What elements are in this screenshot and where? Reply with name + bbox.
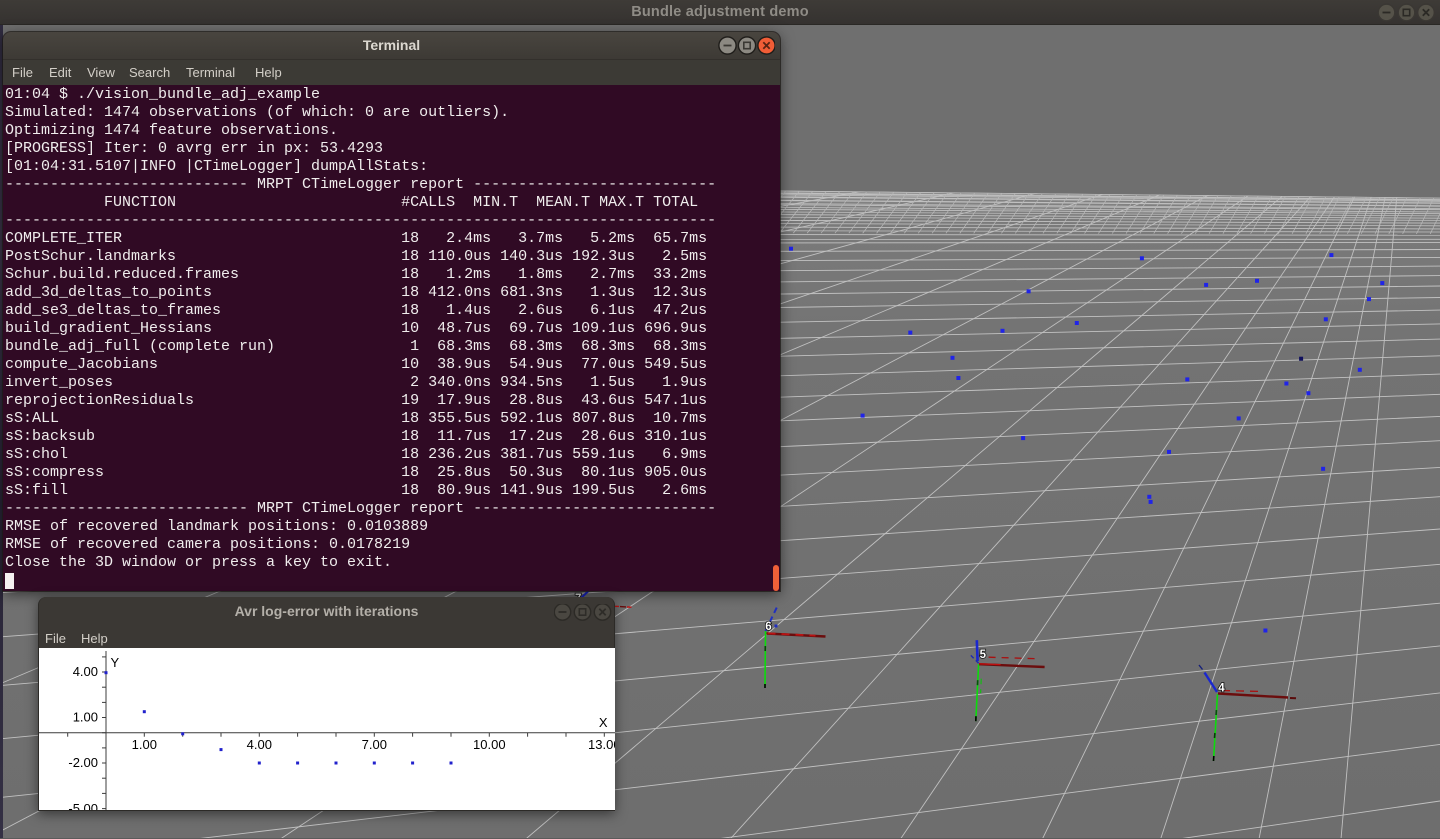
svg-text:-2.00: -2.00 — [68, 755, 98, 770]
svg-text:1.00: 1.00 — [132, 737, 157, 752]
svg-text:6: 6 — [765, 621, 771, 633]
svg-text:13.00: 13.00 — [588, 737, 615, 752]
svg-text:X: X — [599, 715, 608, 730]
svg-text:4.00: 4.00 — [247, 737, 272, 752]
svg-text:4: 4 — [1218, 683, 1225, 695]
svg-text:7.00: 7.00 — [362, 737, 387, 752]
svg-text:5: 5 — [980, 649, 987, 661]
svg-text:1.00: 1.00 — [73, 710, 98, 725]
svg-text:Y: Y — [111, 655, 120, 670]
svg-text:-5.00: -5.00 — [68, 801, 98, 810]
svg-text:4.00: 4.00 — [73, 664, 98, 679]
svg-text:10.00: 10.00 — [473, 737, 506, 752]
